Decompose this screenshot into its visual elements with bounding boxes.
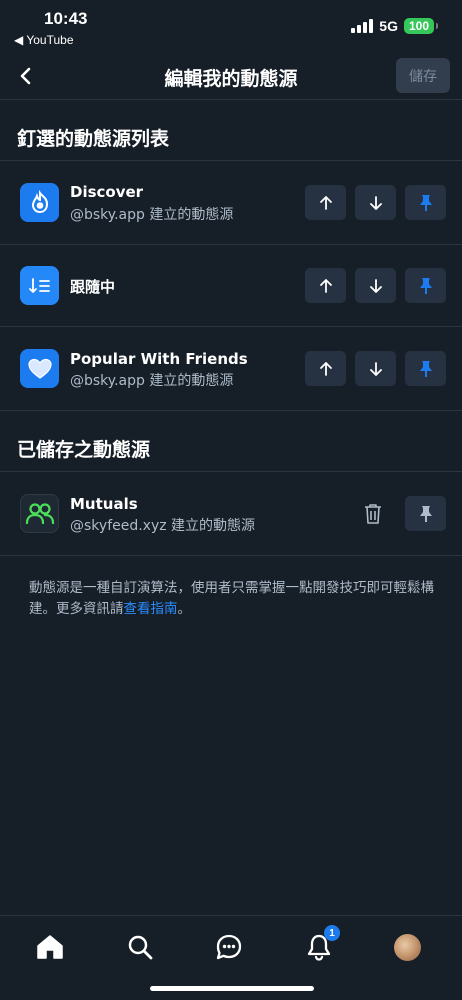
nav-home[interactable] [33, 930, 67, 964]
move-up-button[interactable] [305, 185, 346, 220]
trash-icon [365, 504, 381, 524]
save-button[interactable]: 儲存 [396, 58, 450, 93]
home-indicator [150, 986, 314, 991]
feed-creator: @bsky.app 建立的動態源 [70, 207, 234, 223]
unpin-button[interactable] [405, 268, 446, 303]
status-indicators: 5G 100 [351, 18, 439, 34]
nav-profile[interactable] [390, 930, 424, 964]
avatar [393, 933, 421, 961]
feed-name: Mutuals [70, 495, 138, 513]
chat-icon [216, 934, 242, 960]
pin-icon [419, 277, 432, 294]
pin-icon [419, 194, 432, 211]
back-to-app-link[interactable]: ◀ YouTube [14, 33, 74, 47]
feed-creator: @bsky.app 建立的動態源 [70, 373, 234, 389]
pinned-section-title: 釘選的動態源列表 [17, 128, 170, 150]
note-end: 。 [177, 601, 192, 617]
network-type: 5G [379, 18, 398, 34]
page-title: 編輯我的動態源 [164, 68, 298, 90]
header: 編輯我的動態源 儲存 [0, 52, 462, 100]
nav-notifications[interactable]: 1 [302, 925, 340, 964]
pin-icon [419, 505, 432, 522]
feed-row-following[interactable]: 跟隨中 [0, 245, 462, 327]
arrow-down-icon [369, 195, 382, 210]
unpin-button[interactable] [405, 185, 446, 220]
signal-icon [351, 19, 374, 33]
delete-button[interactable] [359, 500, 387, 528]
feed-row-discover[interactable]: Discover @bsky.app 建立的動態源 [0, 161, 462, 245]
arrow-up-icon [319, 195, 332, 210]
unpin-button[interactable] [405, 351, 446, 386]
feed-row-popular-with-friends[interactable]: Popular With Friends @bsky.app 建立的動態源 [0, 327, 462, 411]
status-time: 10:43 [44, 9, 88, 28]
guide-link[interactable]: 查看指南 [124, 601, 178, 617]
battery-icon: 100 [403, 18, 439, 34]
following-icon [20, 266, 59, 305]
search-icon [128, 935, 153, 960]
discover-icon [20, 183, 59, 222]
arrow-up-icon [319, 361, 332, 376]
feed-name: Popular With Friends [70, 350, 248, 368]
nav-search[interactable] [123, 930, 157, 964]
arrow-down-icon [369, 278, 382, 293]
status-bar: 10:43 ◀ YouTube 5G 100 [0, 0, 462, 52]
feed-name: 跟隨中 [70, 278, 116, 296]
pin-button[interactable] [405, 496, 446, 531]
move-down-button[interactable] [355, 268, 396, 303]
move-down-button[interactable] [355, 351, 396, 386]
feeds-info-note: 動態源是一種自訂演算法，使用者只需掌握一點開發技巧即可輕鬆構建。更多資訊請查看指… [29, 578, 439, 620]
feed-creator: @skyfeed.xyz 建立的動態源 [70, 518, 256, 534]
pin-icon [419, 360, 432, 377]
heart-icon [20, 349, 59, 388]
arrow-up-icon [319, 278, 332, 293]
move-up-button[interactable] [305, 351, 346, 386]
feed-name: Discover [70, 183, 144, 201]
notification-badge: 1 [324, 925, 340, 941]
move-down-button[interactable] [355, 185, 396, 220]
move-up-button[interactable] [305, 268, 346, 303]
home-icon [37, 935, 63, 959]
arrow-down-icon [369, 361, 382, 376]
note-text: 動態源是一種自訂演算法，使用者只需掌握一點開發技巧即可輕鬆構建。更多資訊請 [29, 580, 434, 617]
nav-chat[interactable] [212, 930, 246, 964]
mutuals-icon [20, 494, 59, 533]
feed-row-mutuals[interactable]: Mutuals @skyfeed.xyz 建立的動態源 [0, 472, 462, 556]
saved-section-title: 已儲存之動態源 [17, 439, 151, 461]
